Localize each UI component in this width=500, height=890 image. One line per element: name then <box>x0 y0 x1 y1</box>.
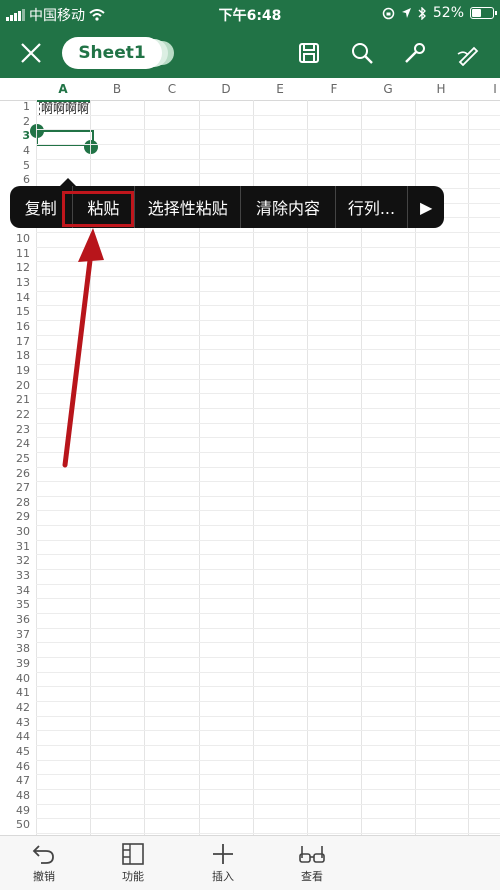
view-button[interactable]: 查看 <box>282 842 342 884</box>
plus-icon <box>213 844 233 864</box>
insert-button[interactable]: 插入 <box>193 842 253 884</box>
insert-label: 插入 <box>212 870 234 883</box>
annotation-arrow <box>62 228 104 468</box>
undo-label: 撤销 <box>33 870 55 883</box>
functions-label: 功能 <box>122 870 144 883</box>
bottom-toolbar: 撤销 功能 插入 查看 <box>0 835 500 890</box>
glasses-icon <box>299 846 325 863</box>
undo-button[interactable]: 撤销 <box>14 842 74 884</box>
functions-button[interactable]: 功能 <box>103 842 163 884</box>
undo-icon <box>32 845 54 864</box>
view-label: 查看 <box>301 870 323 883</box>
functions-icon <box>122 843 144 865</box>
